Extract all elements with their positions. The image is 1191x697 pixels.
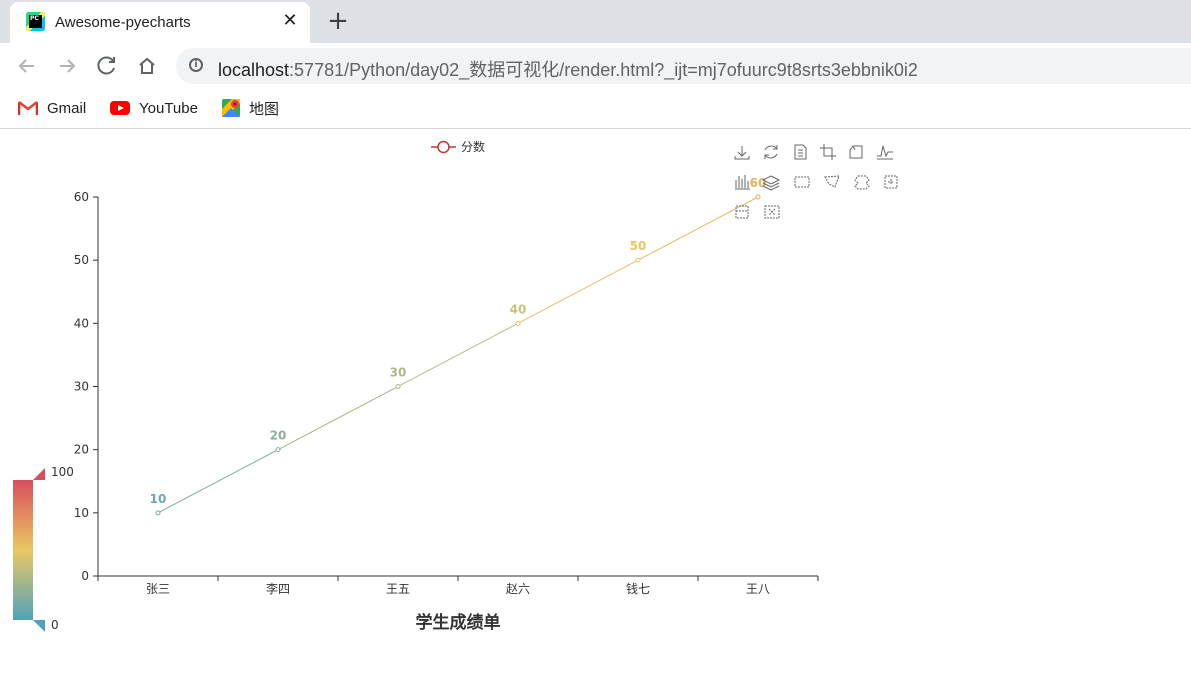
browser-toolbar: i localhost:57781/Python/day02_数据可视化/ren… [0,43,1191,88]
y-tick-label: 30 [74,380,89,394]
zoom-icon[interactable] [820,144,836,160]
youtube-icon [110,101,130,115]
visual-map-bar[interactable] [13,480,33,620]
series-segment [397,322,519,387]
data-label: 20 [270,429,287,443]
series-segment [277,386,399,451]
tab-title: Awesome-pyecharts [55,14,191,31]
x-tick-label: 王八 [746,582,770,596]
visual-map-max-label: 100 [51,465,74,479]
data-point[interactable] [395,384,401,389]
arrow-left-icon [18,59,34,73]
info-icon[interactable]: i [189,58,203,72]
bookmarks-bar: Gmail YouTube 地图 [0,88,1191,129]
y-tick-label: 50 [74,253,89,267]
data-point[interactable] [515,320,521,326]
data-point[interactable] [635,257,641,263]
url-text[interactable]: localhost:57781/Python/day02_数据可视化/rende… [218,56,918,82]
legend-circle-icon [437,140,450,154]
home-button[interactable] [132,51,162,81]
data-point[interactable] [755,194,761,200]
polygon-select-icon[interactable] [824,175,840,188]
maps-icon [222,99,240,117]
back-button[interactable] [12,51,42,81]
rect-select-icon[interactable] [794,176,810,188]
refresh-icon[interactable] [764,145,778,159]
gmail-icon [18,101,38,115]
y-tick-label: 20 [74,443,89,457]
data-view-icon[interactable] [794,144,807,160]
y-tick-label: 40 [74,316,89,330]
tab-strip: PC Awesome-pyecharts ✕ + [0,0,1191,43]
tab-awesome-pyecharts[interactable]: PC Awesome-pyecharts ✕ [10,2,310,43]
data-point[interactable] [155,510,161,516]
visual-map[interactable]: 100 0 [13,465,74,632]
y-tick-label: 0 [81,569,89,583]
forward-button[interactable] [52,51,82,81]
series-segment [157,449,279,514]
download-icon[interactable] [734,146,750,160]
clear-select-icon[interactable] [884,175,898,189]
series-segment [517,259,639,324]
reload-icon [97,56,115,75]
legend-label: 分数 [461,139,485,154]
close-icon[interactable]: ✕ [278,9,302,33]
data-label: 10 [150,492,167,506]
arrow-right-icon [60,59,76,73]
x-tick-label: 张三 [146,582,170,596]
clear-brush-icon[interactable] [764,205,780,219]
line-icon[interactable] [877,145,893,160]
pycharm-icon: PC [26,12,45,31]
line-chart: 分数 0 10 20 30 40 50 60 张三 李四 王五 赵六 钱七 王八 10 20 30 40 50 6… [13,139,898,633]
visual-map-max-handle[interactable] [33,468,45,480]
keep-select-icon[interactable] [854,175,870,190]
data-label: 50 [630,239,647,253]
series-line: 102030405060 [150,176,766,516]
new-tab-button[interactable]: + [324,7,352,35]
chart-container: 分数 0 10 20 30 40 50 60 张三 李四 王五 赵六 钱七 王八 10 20 30 40 50 6… [0,129,1191,693]
y-tick-label: 10 [74,506,89,520]
x-tick-label: 李四 [266,581,290,596]
home-icon [139,57,155,74]
bar-icon[interactable] [735,175,750,190]
bookmark-maps[interactable]: 地图 [222,97,279,119]
data-label: 40 [510,302,527,316]
x-tick-label: 赵六 [506,582,530,596]
y-tick-label: 60 [74,190,89,204]
x-tick-label: 钱七 [626,581,650,596]
visual-map-min-label: 0 [51,618,59,632]
legend[interactable]: 分数 [431,139,485,154]
x-tick-label: 王五 [386,582,410,596]
data-label: 30 [390,366,407,380]
bookmark-youtube[interactable]: YouTube [110,97,198,119]
bookmark-gmail[interactable]: Gmail [18,97,86,119]
visual-map-min-handle[interactable] [33,620,45,632]
reload-button[interactable] [92,51,122,81]
data-point[interactable] [275,447,281,453]
axes: 0 10 20 30 40 50 60 张三 李四 王五 赵六 钱七 王八 [74,190,819,596]
chart-title: 学生成绩单 [416,612,501,633]
address-bar[interactable]: i localhost:57781/Python/day02_数据可视化/ren… [176,48,1191,84]
zoom-reset-icon[interactable] [849,145,863,159]
